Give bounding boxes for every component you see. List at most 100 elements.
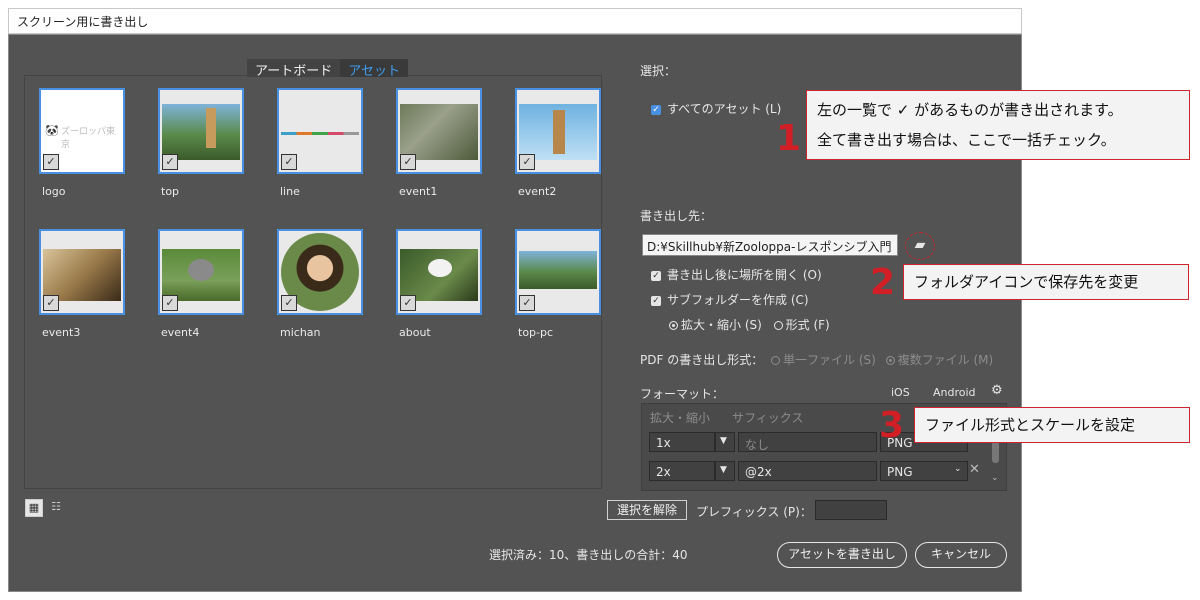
prefix-input[interactable] xyxy=(815,500,887,520)
giraffe-image xyxy=(162,104,240,160)
asset-thumb-top[interactable]: ✓ xyxy=(158,88,244,174)
export-path-field[interactable]: D:¥Skillhub¥新Zooloppa-レスポンシブ入門 xyxy=(642,234,898,256)
callout-1-line-2: 全て書き出す場合は、ここで一括チェック。 xyxy=(817,131,1116,149)
asset-thumb-event2[interactable]: ✓ xyxy=(515,88,601,174)
export-assets-button[interactable]: アセットを書き出し xyxy=(777,542,907,568)
col-suffix-header: サフィックス xyxy=(732,411,804,425)
giraffe-neck-shape xyxy=(206,108,216,148)
export-to-label: 書き出し先： xyxy=(640,209,713,223)
tab-assets[interactable]: アセット xyxy=(340,59,408,79)
tab-artboard[interactable]: アートボード xyxy=(247,59,341,79)
line-image xyxy=(281,132,359,135)
remove-row-icon[interactable]: ✕ xyxy=(969,462,980,477)
cancel-button[interactable]: キャンセル xyxy=(915,542,1007,568)
open-after-label: 書き出し後に場所を開く (O) xyxy=(667,268,822,282)
grid-view-icon[interactable]: ▦ xyxy=(25,499,43,517)
chevron-down-icon[interactable]: ▼ xyxy=(715,432,735,452)
callout-1: 左の一覧で ✓ があるものが書き出されます。 全て書き出す場合は、ここで一括チェ… xyxy=(806,90,1190,160)
radio-scale[interactable]: 拡大・縮小 (S) xyxy=(669,318,762,332)
suffix-field[interactable]: @2x xyxy=(738,461,877,481)
logo-text: ズーロッパ東京 xyxy=(61,127,116,150)
lion-image xyxy=(43,249,121,301)
radio-format[interactable]: 形式 (F) xyxy=(773,318,830,332)
asset-label: event2 xyxy=(518,185,557,198)
asset-label: michan xyxy=(280,326,321,339)
suffix-field[interactable]: なし xyxy=(738,432,877,452)
raccoon-face-shape xyxy=(188,259,214,281)
multi-file-label: 複数ファイル (M) xyxy=(897,353,994,367)
scroll-down-icon[interactable]: ⌄ xyxy=(991,473,999,483)
checkbox-event4[interactable]: ✓ xyxy=(162,295,178,311)
chevron-down-icon[interactable]: ▼ xyxy=(715,461,735,481)
check-icon: ✓ xyxy=(651,104,661,115)
checkbox-event2[interactable]: ✓ xyxy=(519,154,535,170)
format-label: フォーマット： xyxy=(640,387,725,401)
asset-thumb-event3[interactable]: ✓ xyxy=(39,229,125,315)
checkbox-event3[interactable]: ✓ xyxy=(43,295,59,311)
col-scale-header: 拡大・縮小 xyxy=(650,411,711,425)
asset-thumb-line[interactable]: ✓ xyxy=(277,88,363,174)
list-view-icon[interactable]: ☷ xyxy=(47,499,65,517)
check-icon: ✓ xyxy=(651,295,661,306)
ios-button[interactable]: iOS xyxy=(891,386,910,399)
asset-label: line xyxy=(280,185,300,198)
callout-number-1: 1 xyxy=(776,118,802,159)
asset-thumb-about[interactable]: ✓ xyxy=(396,229,482,315)
radio-on-icon xyxy=(885,356,895,365)
checkbox-line[interactable]: ✓ xyxy=(281,154,297,170)
window-title: スクリーン用に書き出し xyxy=(17,15,149,29)
status-text: 選択済み：10、書き出しの合計：40 xyxy=(489,548,688,562)
asset-thumb-top-pc[interactable]: ✓ xyxy=(515,229,601,315)
deselect-button[interactable]: 選択を解除 xyxy=(607,500,687,520)
asset-thumb-michan[interactable]: ✓ xyxy=(277,229,363,315)
checkbox-logo[interactable]: ✓ xyxy=(43,154,59,170)
asset-thumb-event4[interactable]: ✓ xyxy=(158,229,244,315)
asset-thumb-logo[interactable]: 🐼 ズーロッパ東京 ✓ xyxy=(39,88,125,174)
asset-label: event1 xyxy=(399,185,438,198)
pdf-row: PDF の書き出し形式： 単一ファイル (S) 複数ファイル (M) xyxy=(640,351,993,368)
asset-thumb-event1[interactable]: ✓ xyxy=(396,88,482,174)
all-assets-checkbox[interactable]: ✓ すべてのアセット (L) xyxy=(651,100,781,117)
asset-label: event4 xyxy=(161,326,200,339)
prefix-label: プレフィックス (P)： xyxy=(696,505,812,519)
asset-label: top xyxy=(161,185,180,198)
checkbox-about[interactable]: ✓ xyxy=(400,295,416,311)
callout-number-2: 2 xyxy=(870,262,896,303)
android-button[interactable]: Android xyxy=(933,386,976,399)
gear-icon[interactable]: ⚙ xyxy=(991,383,1003,398)
window-title-bar: スクリーン用に書き出し xyxy=(8,8,1022,34)
scale-field[interactable]: 1x xyxy=(649,432,715,452)
open-after-checkbox[interactable]: ✓ 書き出し後に場所を開く (O) xyxy=(651,266,822,283)
asset-label: about xyxy=(399,326,431,339)
checkbox-event1[interactable]: ✓ xyxy=(400,154,416,170)
asset-label: event3 xyxy=(42,326,81,339)
radio-scale-label: 拡大・縮小 (S) xyxy=(681,318,762,332)
callout-2: フォルダアイコンで保存先を変更 xyxy=(903,264,1189,300)
create-subfolder-checkbox[interactable]: ✓ サブフォルダーを作成 (C) xyxy=(651,291,809,308)
checkbox-top-pc[interactable]: ✓ xyxy=(519,295,535,311)
scale-field[interactable]: 2x xyxy=(649,461,715,481)
radio-format-label: 形式 (F) xyxy=(785,318,830,332)
radio-single-file[interactable]: 単一ファイル (S) xyxy=(771,353,876,367)
asset-label: logo xyxy=(42,185,66,198)
create-subfolder-label: サブフォルダーを作成 (C) xyxy=(667,293,809,307)
cat-image xyxy=(400,104,478,160)
folder-icon[interactable]: ▰ xyxy=(905,232,935,260)
check-icon: ✓ xyxy=(651,270,661,281)
checkbox-michan[interactable]: ✓ xyxy=(281,295,297,311)
single-file-label: 単一ファイル (S) xyxy=(783,353,876,367)
checkbox-top[interactable]: ✓ xyxy=(162,154,178,170)
callout-number-3: 3 xyxy=(879,405,905,446)
format-scrollbar[interactable] xyxy=(992,441,999,463)
radio-multi-file[interactable]: 複数ファイル (M) xyxy=(885,353,994,367)
panda-face-shape xyxy=(428,259,452,277)
radio-on-icon xyxy=(669,321,678,330)
radio-off-icon xyxy=(773,321,783,330)
subfolder-options: 拡大・縮小 (S) 形式 (F) xyxy=(669,316,830,333)
callout-1-line-1: 左の一覧で ✓ があるものが書き出されます。 xyxy=(817,101,1123,119)
radio-off-icon xyxy=(771,356,781,365)
pdf-label: PDF の書き出し形式： xyxy=(640,353,764,367)
selection-label: 選択： xyxy=(640,64,677,78)
giraffe-wide-image xyxy=(519,251,597,289)
view-tabs: アートボード アセット xyxy=(247,59,408,79)
